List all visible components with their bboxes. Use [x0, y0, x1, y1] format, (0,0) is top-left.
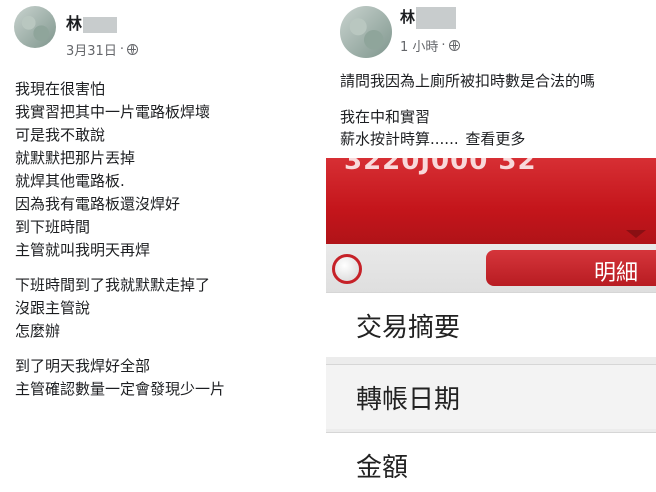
post-line: 到了明天我焊好全部	[15, 357, 151, 375]
toggle-knob[interactable]	[332, 254, 362, 284]
post-line: 我實習把其中一片電路板焊壞	[15, 103, 211, 121]
post-line: 因為我有電路板還沒焊好	[15, 195, 181, 213]
post-line: 就焊其他電路板.	[15, 172, 125, 190]
field-label: 金額	[356, 453, 409, 483]
post-question: 請問我因為上廁所被扣時數是合法的嗎	[340, 72, 596, 90]
author-avatar[interactable]	[14, 6, 56, 48]
meta-separator: ·	[119, 42, 124, 57]
post-line: 就默默把那片丟掉	[15, 149, 136, 167]
post-meta: 1 小時 ·	[400, 36, 460, 55]
right-post-screenshot: 林 1 小時 · 請問我因為上廁所被扣時數是合法的嗎 我在中和實習 薪水按計時算…	[326, 0, 656, 492]
paragraph-gap	[15, 262, 225, 274]
app-header-bar: 3220J000 32	[326, 158, 656, 244]
dropdown-triangle-icon	[626, 230, 646, 238]
name-redaction	[83, 16, 118, 33]
author-avatar[interactable]	[340, 6, 392, 58]
see-more-link[interactable]: 查看更多	[465, 130, 525, 148]
post-line: 可是我不敢說	[15, 126, 106, 144]
post-line: 主管就叫我明天再焊	[15, 241, 151, 259]
author-name[interactable]: 林	[400, 6, 457, 29]
post-line: 到下班時間	[15, 218, 91, 236]
field-row[interactable]: 金額	[326, 432, 656, 492]
post-line: 沒跟主管說	[15, 299, 91, 317]
post-line: 主管確認數量一定會發現少一片	[15, 380, 226, 398]
post-line-text: 薪水按計時算......	[340, 130, 459, 148]
post-body: 我現在很害怕 我實習把其中一片電路板焊壞 可是我不敢說 就默默把那片丟掉 就焊其…	[15, 78, 225, 401]
post-line: 我現在很害怕	[15, 80, 106, 98]
post-line: 我在中和實習	[340, 108, 431, 126]
name-redaction	[416, 6, 457, 29]
author-name-text: 林	[400, 8, 416, 26]
header-digits: 3220J000 32	[344, 158, 537, 176]
post-line: 下班時間到了我就默默走掉了	[15, 276, 211, 294]
field-row[interactable]: 交易摘要	[326, 292, 656, 357]
post-line-truncated: 薪水按計時算...... 查看更多	[340, 128, 525, 149]
field-row[interactable]: 轉帳日期	[326, 364, 656, 429]
author-name[interactable]: 林	[66, 10, 118, 34]
paragraph-gap	[15, 343, 225, 355]
field-label: 轉帳日期	[356, 385, 461, 415]
post-line: 怎麼辦	[15, 322, 61, 340]
globe-icon[interactable]	[448, 40, 460, 51]
post-meta: 3月31日 ·	[66, 40, 138, 59]
detail-tab-label: 明細	[594, 261, 639, 286]
post-date[interactable]: 3月31日	[66, 40, 117, 59]
globe-icon[interactable]	[126, 44, 138, 55]
author-name-text: 林	[66, 14, 83, 33]
field-label: 交易摘要	[356, 313, 461, 343]
post-time[interactable]: 1 小時	[400, 36, 438, 55]
banking-app-screenshot: 3220J000 32 明細 交易摘要 轉帳日期 金額	[326, 158, 656, 492]
left-post-screenshot: 林 3月31日 · 我現在很害怕 我實習把其中一片電路板焊壞 可是我不敢說 就默…	[0, 0, 320, 492]
meta-separator: ·	[441, 38, 446, 53]
